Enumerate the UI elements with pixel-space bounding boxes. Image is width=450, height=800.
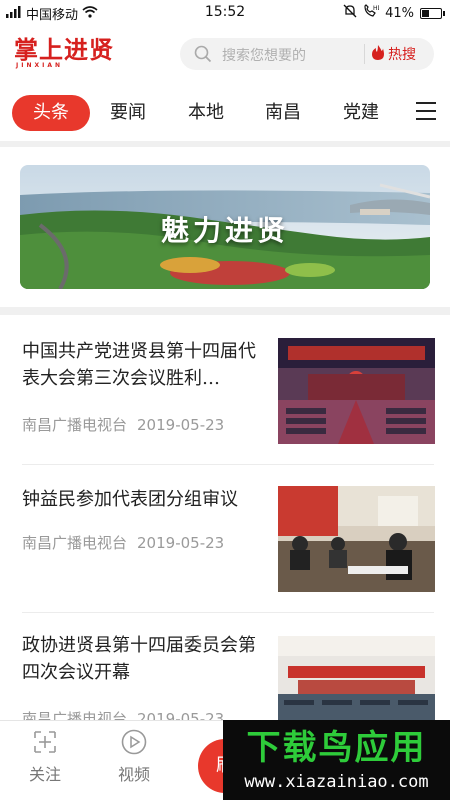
search-icon: [194, 45, 212, 63]
news-item[interactable]: 政协进贤县第十四届委员会第四次会议开幕 南昌广播电视台 2019-05-23: [22, 632, 435, 728]
news-source: 南昌广播电视台: [22, 416, 128, 434]
news-thumbnail[interactable]: [278, 338, 435, 444]
news-meta: 南昌广播电视台 2019-05-23: [22, 532, 224, 553]
app-header: 掌上进贤 JINXIAN 搜索您想要的 热搜: [0, 30, 450, 78]
search-placeholder[interactable]: 搜索您想要的: [222, 45, 306, 65]
news-title[interactable]: 政协进贤县第十四届委员会第四次会议开幕: [22, 632, 267, 686]
app-logo[interactable]: 掌上进贤 JINXIAN: [14, 36, 124, 76]
tab-news[interactable]: 要闻: [98, 95, 158, 131]
follow-icon: [32, 729, 58, 755]
news-meta: 南昌广播电视台 2019-05-23: [22, 414, 224, 435]
nav-video-label: 视频: [117, 765, 150, 784]
news-thumbnail[interactable]: [278, 636, 435, 724]
tab-local[interactable]: 本地: [176, 95, 236, 131]
news-source: 南昌广播电视台: [22, 534, 128, 552]
news-date: 2019-05-23: [137, 416, 225, 434]
banner-carousel[interactable]: 魅力进贤: [20, 165, 430, 289]
search-divider: [364, 44, 365, 64]
nav-follow[interactable]: 关注: [15, 729, 75, 785]
news-item[interactable]: 钟益民参加代表团分组审议 南昌广播电视台 2019-05-23: [22, 486, 435, 592]
nav-video[interactable]: 视频: [104, 729, 164, 785]
watermark: 下载鸟应用 www.xiazainiao.com: [223, 720, 450, 800]
news-item[interactable]: 中国共产党进贤县第十四届代表大会第三次会议胜利… 南昌广播电视台 2019-05-…: [22, 338, 435, 444]
section-divider: [0, 141, 450, 147]
section-divider: [0, 307, 450, 315]
tab-nanchang[interactable]: 南昌: [253, 95, 313, 131]
tab-headlines[interactable]: 头条: [12, 95, 90, 131]
svg-text:HD: HD: [373, 5, 379, 12]
battery-icon: [420, 7, 445, 19]
watermark-url: www.xiazainiao.com: [244, 772, 429, 792]
channel-tabs: 头条 要闻 本地 南昌 党建: [0, 92, 450, 136]
news-title[interactable]: 钟益民参加代表团分组审议: [22, 486, 267, 513]
mute-bell-icon: [343, 4, 357, 22]
news-date: 2019-05-23: [137, 534, 225, 552]
status-bar: 中国移动 15:52 HD 41%: [0, 0, 450, 24]
flame-icon: [372, 44, 384, 64]
news-title[interactable]: 中国共产党进贤县第十四届代表大会第三次会议胜利…: [22, 338, 267, 392]
search-bar[interactable]: 搜索您想要的 热搜: [180, 38, 434, 70]
banner-title: 魅力进贤: [160, 214, 289, 247]
call-icon: HD: [363, 4, 383, 22]
logo-subtext: JINXIAN: [16, 62, 64, 69]
channel-menu-icon[interactable]: [416, 102, 436, 120]
hot-search-label: 热搜: [388, 47, 416, 63]
nav-follow-label: 关注: [28, 765, 61, 784]
list-divider: [22, 464, 434, 465]
watermark-title: 下载鸟应用: [246, 728, 427, 768]
news-thumbnail[interactable]: [278, 486, 435, 592]
logo-text: 掌上进贤: [14, 35, 114, 64]
tab-party[interactable]: 党建: [331, 95, 391, 131]
battery-percent: 41%: [385, 5, 414, 21]
list-divider: [22, 612, 434, 613]
play-icon: [121, 729, 147, 755]
hot-search-button[interactable]: 热搜: [372, 44, 416, 64]
status-right: HD 41%: [343, 4, 445, 22]
